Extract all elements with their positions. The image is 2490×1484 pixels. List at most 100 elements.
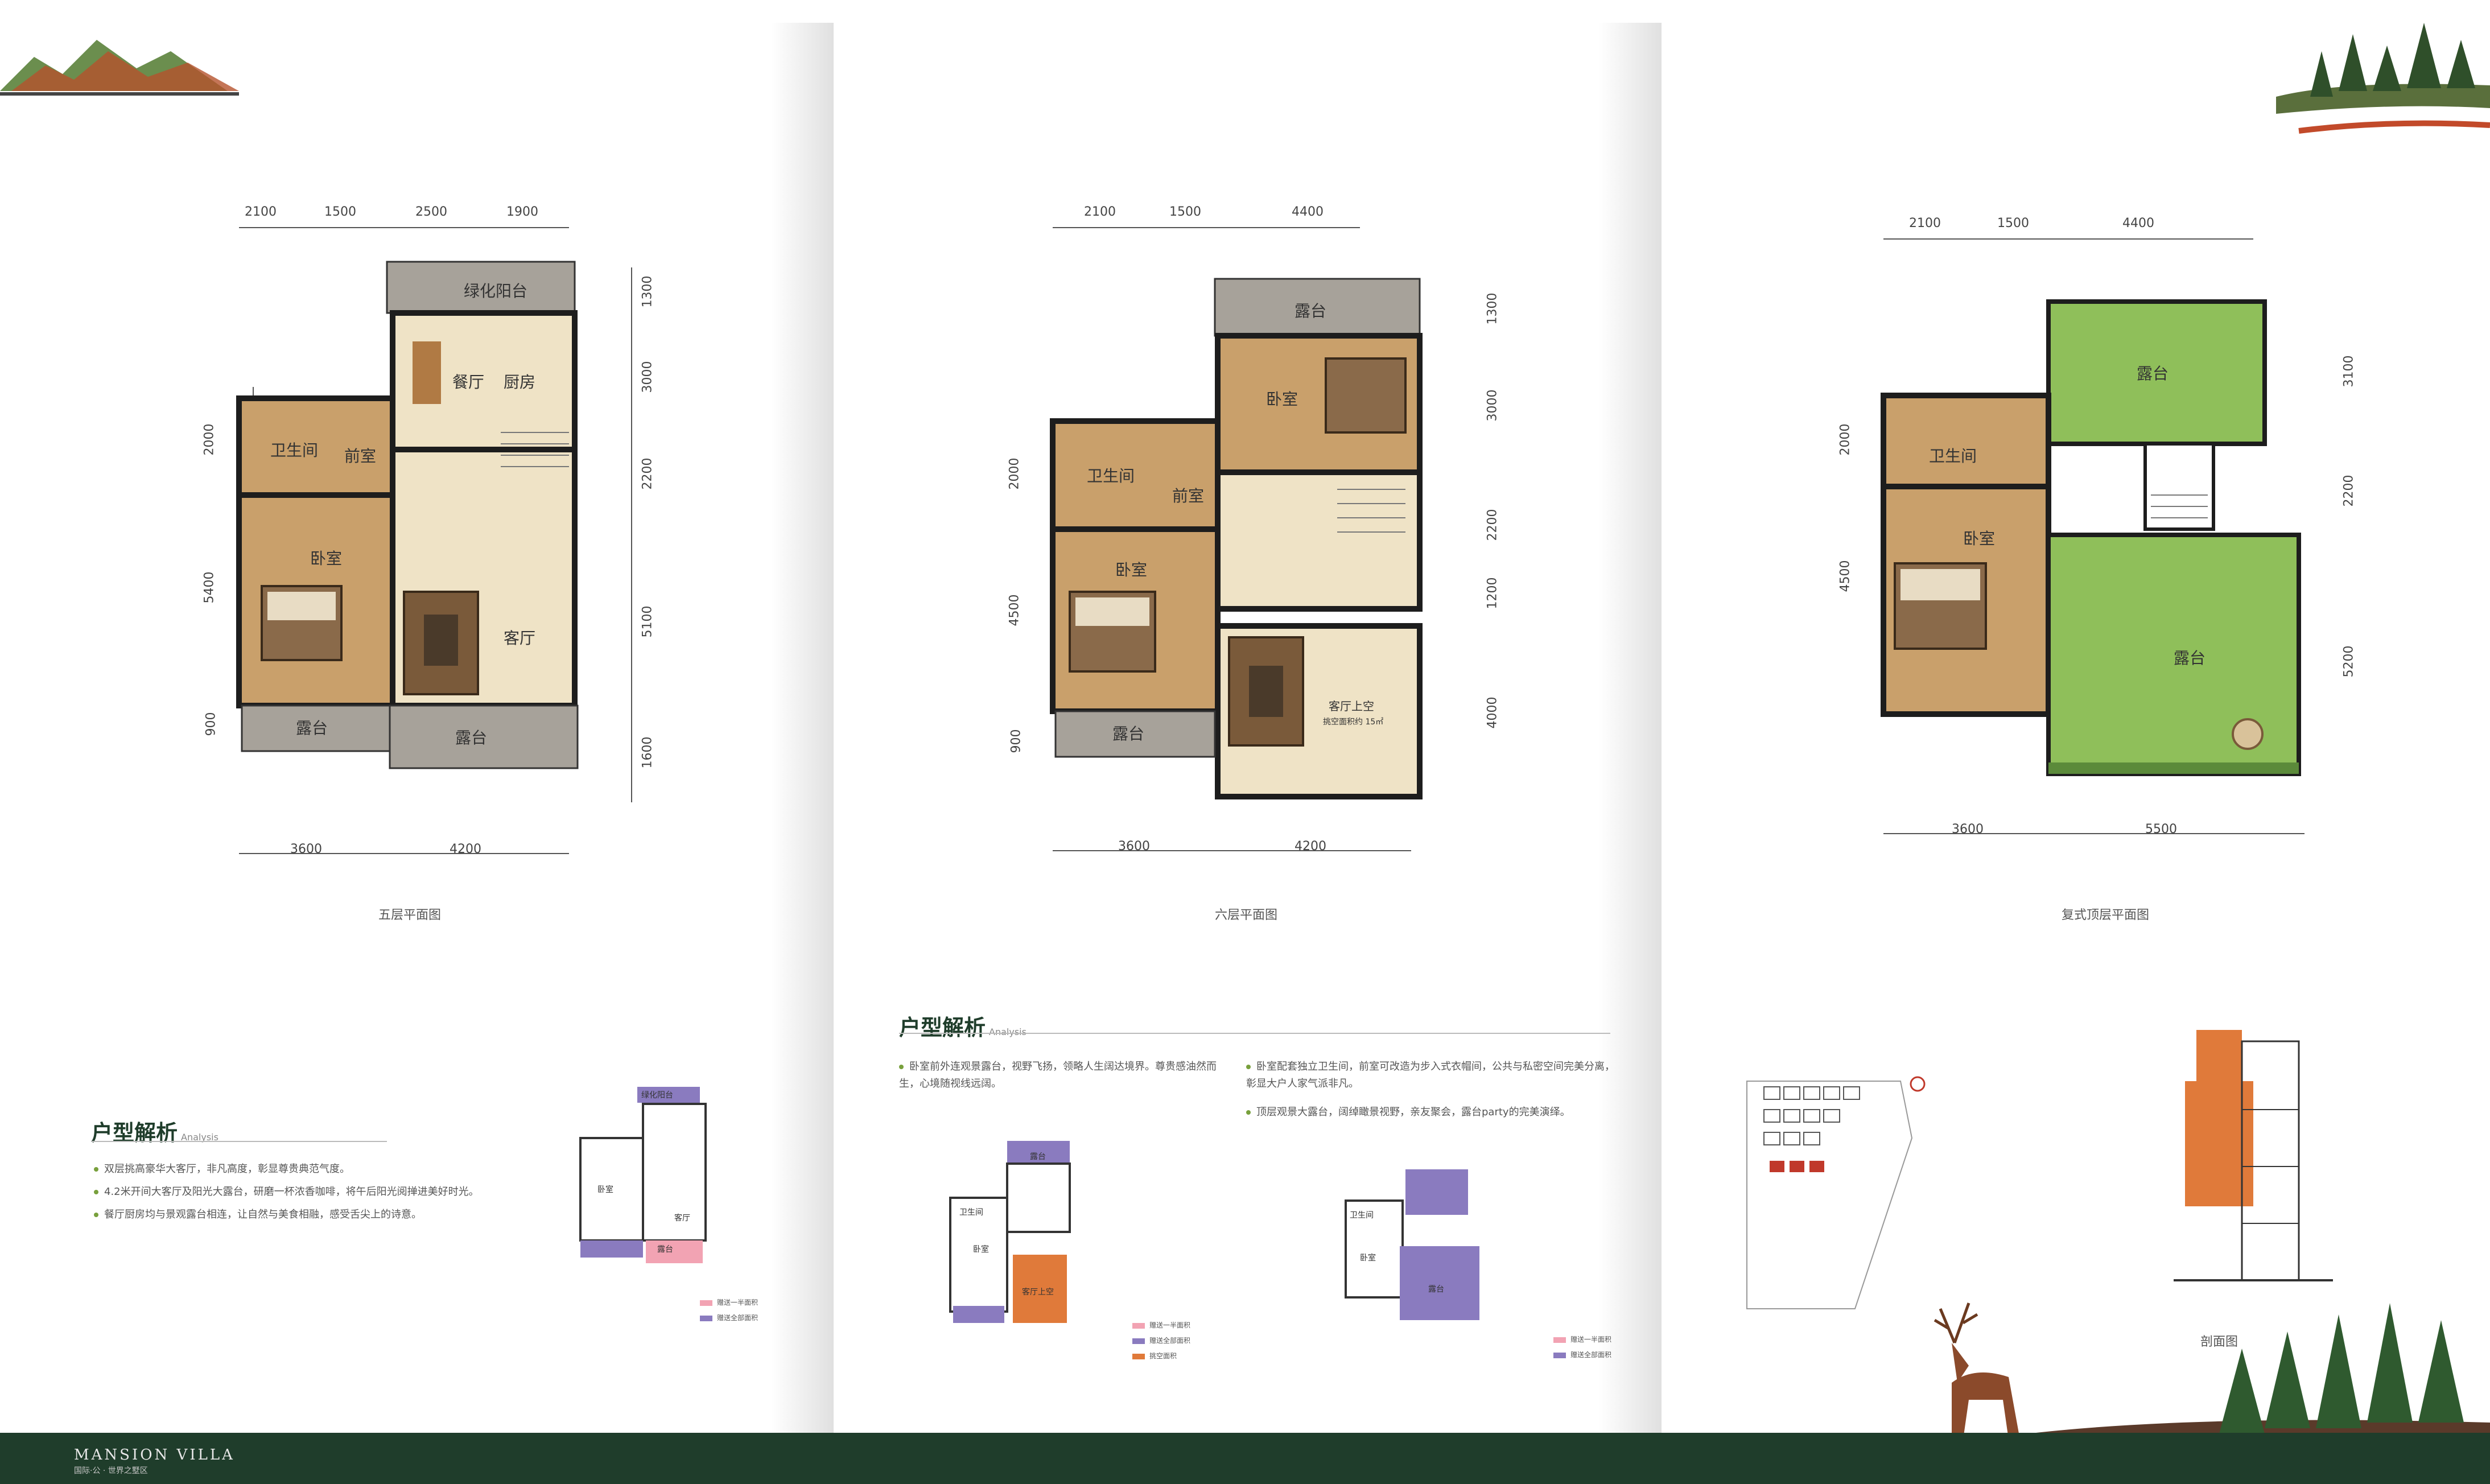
analysis-title-mid: 户型解析 Analysis	[899, 1010, 1026, 1041]
dim-right-5: 4000	[1485, 696, 1500, 729]
floor6-plan: 2100 1500 4400 3600 4200 2000 4500 900 1…	[1008, 193, 1500, 876]
dim-left-2: 5400	[202, 571, 217, 604]
analysis-left-bullet-2: 4.2米开间大客厅及阳光大露台，研磨一杯浓香咖啡，将午后阳光阅掸进美好时光。	[94, 1184, 526, 1201]
dim-bottom-2: 5500	[2145, 822, 2177, 836]
room-bedroom: 卧室	[310, 549, 343, 568]
dim-right-1: 1300	[640, 275, 655, 308]
bullet-text: 卧室前外连观景露台，视野飞扬，领略人生阔达境界。尊贵感油然而生，心境随视线远阔。	[899, 1061, 1217, 1090]
legend-left: 赠送一半面积 赠送全部面积	[700, 1297, 758, 1322]
room-bedroom: 卧室	[1115, 560, 1148, 579]
mini6-void: 客厅上空	[1022, 1288, 1054, 1297]
mini-plan-floor6	[949, 1141, 1071, 1323]
mini7-bedroom: 卧室	[1360, 1254, 1376, 1263]
legend-right-full: 赠送全部面积	[1553, 1350, 1611, 1359]
dim-right-3: 2200	[1485, 509, 1500, 541]
bullet-dot	[94, 1167, 98, 1172]
dim-bottom-1: 3600	[1952, 822, 1984, 836]
room-living: 客厅	[504, 629, 536, 648]
room-terrace-left: 露台	[1112, 724, 1145, 743]
site-plan	[1746, 1076, 1926, 1309]
mini5-terrace: 露台	[657, 1245, 673, 1254]
dim-left-2: 4500	[1838, 560, 1853, 592]
analysis-sub-mid: Analysis	[989, 1027, 1026, 1037]
forest-art-top-right	[2276, 23, 2490, 134]
dim-left-2: 4500	[1007, 594, 1022, 626]
dim-top-4: 1900	[506, 205, 538, 219]
room-terrace-left: 露台	[296, 719, 328, 737]
floor6-drawing	[1050, 227, 1423, 851]
room-green-balcony: 绿化阳台	[464, 282, 528, 300]
dim-top-2: 1500	[324, 205, 356, 219]
legend-text: 赠送一半面积	[1149, 1321, 1191, 1329]
legend-swatch-pink	[700, 1300, 712, 1306]
room-front: 前室	[1172, 487, 1205, 505]
legend-text: 赠送一半面积	[1570, 1335, 1612, 1343]
dim-bottom-1: 3600	[290, 842, 322, 856]
dim-left-1: 2000	[1838, 423, 1853, 456]
room-bedroom: 卧室	[1963, 529, 1996, 548]
bullet-dot	[899, 1065, 904, 1069]
dim-right-1: 3100	[2341, 355, 2356, 388]
dim-bottom-2: 4200	[450, 842, 481, 856]
legend-text: 赠送全部面积	[1149, 1337, 1191, 1345]
dim-right-2: 3000	[1485, 389, 1500, 422]
legend-text: 赠送全部面积	[1570, 1351, 1612, 1359]
legend-swatch-orange	[1132, 1353, 1145, 1359]
legend-right-gift: 赠送一半面积	[1553, 1334, 1611, 1344]
room-bath: 卫生间	[1929, 447, 1977, 465]
legend-swatch-pink	[1132, 1322, 1145, 1329]
mini5-balcony: 绿化阳台	[641, 1091, 673, 1100]
section-drawing	[2174, 1030, 2333, 1281]
legend-right: 赠送一半面积 赠送全部面积	[1553, 1334, 1611, 1359]
dim-left-3: 900	[1009, 729, 1024, 753]
dim-right-2: 2200	[2341, 475, 2356, 507]
dim-right-3: 5200	[2341, 645, 2356, 678]
floor7-plan: 2100 1500 4400 3600 5500 2000 4500 3100 …	[1838, 216, 2356, 871]
brand-name: MANSION VILLA	[74, 1446, 235, 1464]
legend-swatch-purple	[1553, 1352, 1566, 1358]
dim-right-1: 1300	[1485, 292, 1500, 325]
analysis-mid-bullet-1: 卧室前外连观景露台，视野飞扬，领略人生阔达境界。尊贵感油然而生，心境随视线远阔。	[899, 1058, 1218, 1093]
analysis-rule-mid	[899, 1033, 1610, 1034]
floor5-drawing	[236, 227, 632, 854]
dim-top-2: 1500	[1169, 205, 1201, 219]
bullet-text: 4.2米开间大客厅及阳光大露台，研磨一杯浓香咖啡，将午后阳光阅掸进美好时光。	[104, 1186, 479, 1198]
mini6-terrace: 露台	[1030, 1152, 1046, 1161]
dim-left-1: 2000	[202, 423, 217, 456]
dim-right-5: 1600	[640, 736, 655, 769]
mini5-bedroom: 卧室	[597, 1185, 613, 1194]
mini7-bath: 卫生间	[1350, 1211, 1374, 1220]
legend-mid: 赠送一半面积 赠送全部面积 挑空面积	[1132, 1320, 1190, 1361]
legend-text: 赠送一半面积	[717, 1298, 758, 1306]
dim-left-1: 2000	[1007, 457, 1022, 490]
mini6-bedroom: 卧室	[973, 1245, 989, 1254]
legend-left-gift: 赠送一半面积	[700, 1297, 758, 1307]
room-dining: 餐厅	[452, 373, 485, 391]
bullet-text: 顶层观景大露台，阔绰瞰景视野，亲友聚会，露台party的完美演绎。	[1256, 1106, 1570, 1118]
room-kitchen: 厨房	[504, 373, 536, 391]
page-fold-2	[1599, 23, 1662, 1434]
dim-top-1: 2100	[1909, 216, 1941, 230]
dim-left-3: 900	[204, 712, 219, 736]
dim-top-1: 2100	[1084, 205, 1116, 219]
bullet-dot	[1246, 1110, 1251, 1115]
analysis-mid-bullet-3: 顶层观景大露台，阔绰瞰景视野，亲友聚会，露台party的完美演绎。	[1246, 1104, 1622, 1121]
mini7-terrace: 露台	[1428, 1285, 1444, 1294]
legend-swatch-purple	[1132, 1338, 1145, 1344]
bullet-dot	[1246, 1065, 1251, 1069]
footer-band	[0, 1433, 2490, 1484]
bullet-text: 双层挑高豪华大客厅，非凡高度，彰显尊贵典范气度。	[104, 1163, 350, 1175]
mini-plan-floor7	[1345, 1169, 1479, 1320]
room-terrace-bottom: 露台	[455, 728, 488, 747]
legend-swatch-pink	[1553, 1337, 1566, 1343]
analysis-left-bullet-1: 双层挑高豪华大客厅，非凡高度，彰显尊贵典范气度。	[94, 1161, 526, 1178]
analysis-rule-left	[91, 1141, 387, 1142]
room-bath: 卫生间	[1087, 467, 1135, 485]
floor5-caption: 五层平面图	[378, 908, 441, 922]
room-void: 客厅上空	[1329, 699, 1374, 713]
dim-top-3: 4400	[2122, 216, 2154, 230]
dim-right-4: 1200	[1485, 577, 1500, 609]
dim-right-4: 5100	[640, 605, 655, 638]
bullet-text: 卧室配套独立卫生间，前室可改造为步入式衣帽间，公共与私密空间完美分离，彰显大户人…	[1246, 1061, 1615, 1090]
analysis-title-mid-text: 户型解析	[899, 1015, 986, 1040]
